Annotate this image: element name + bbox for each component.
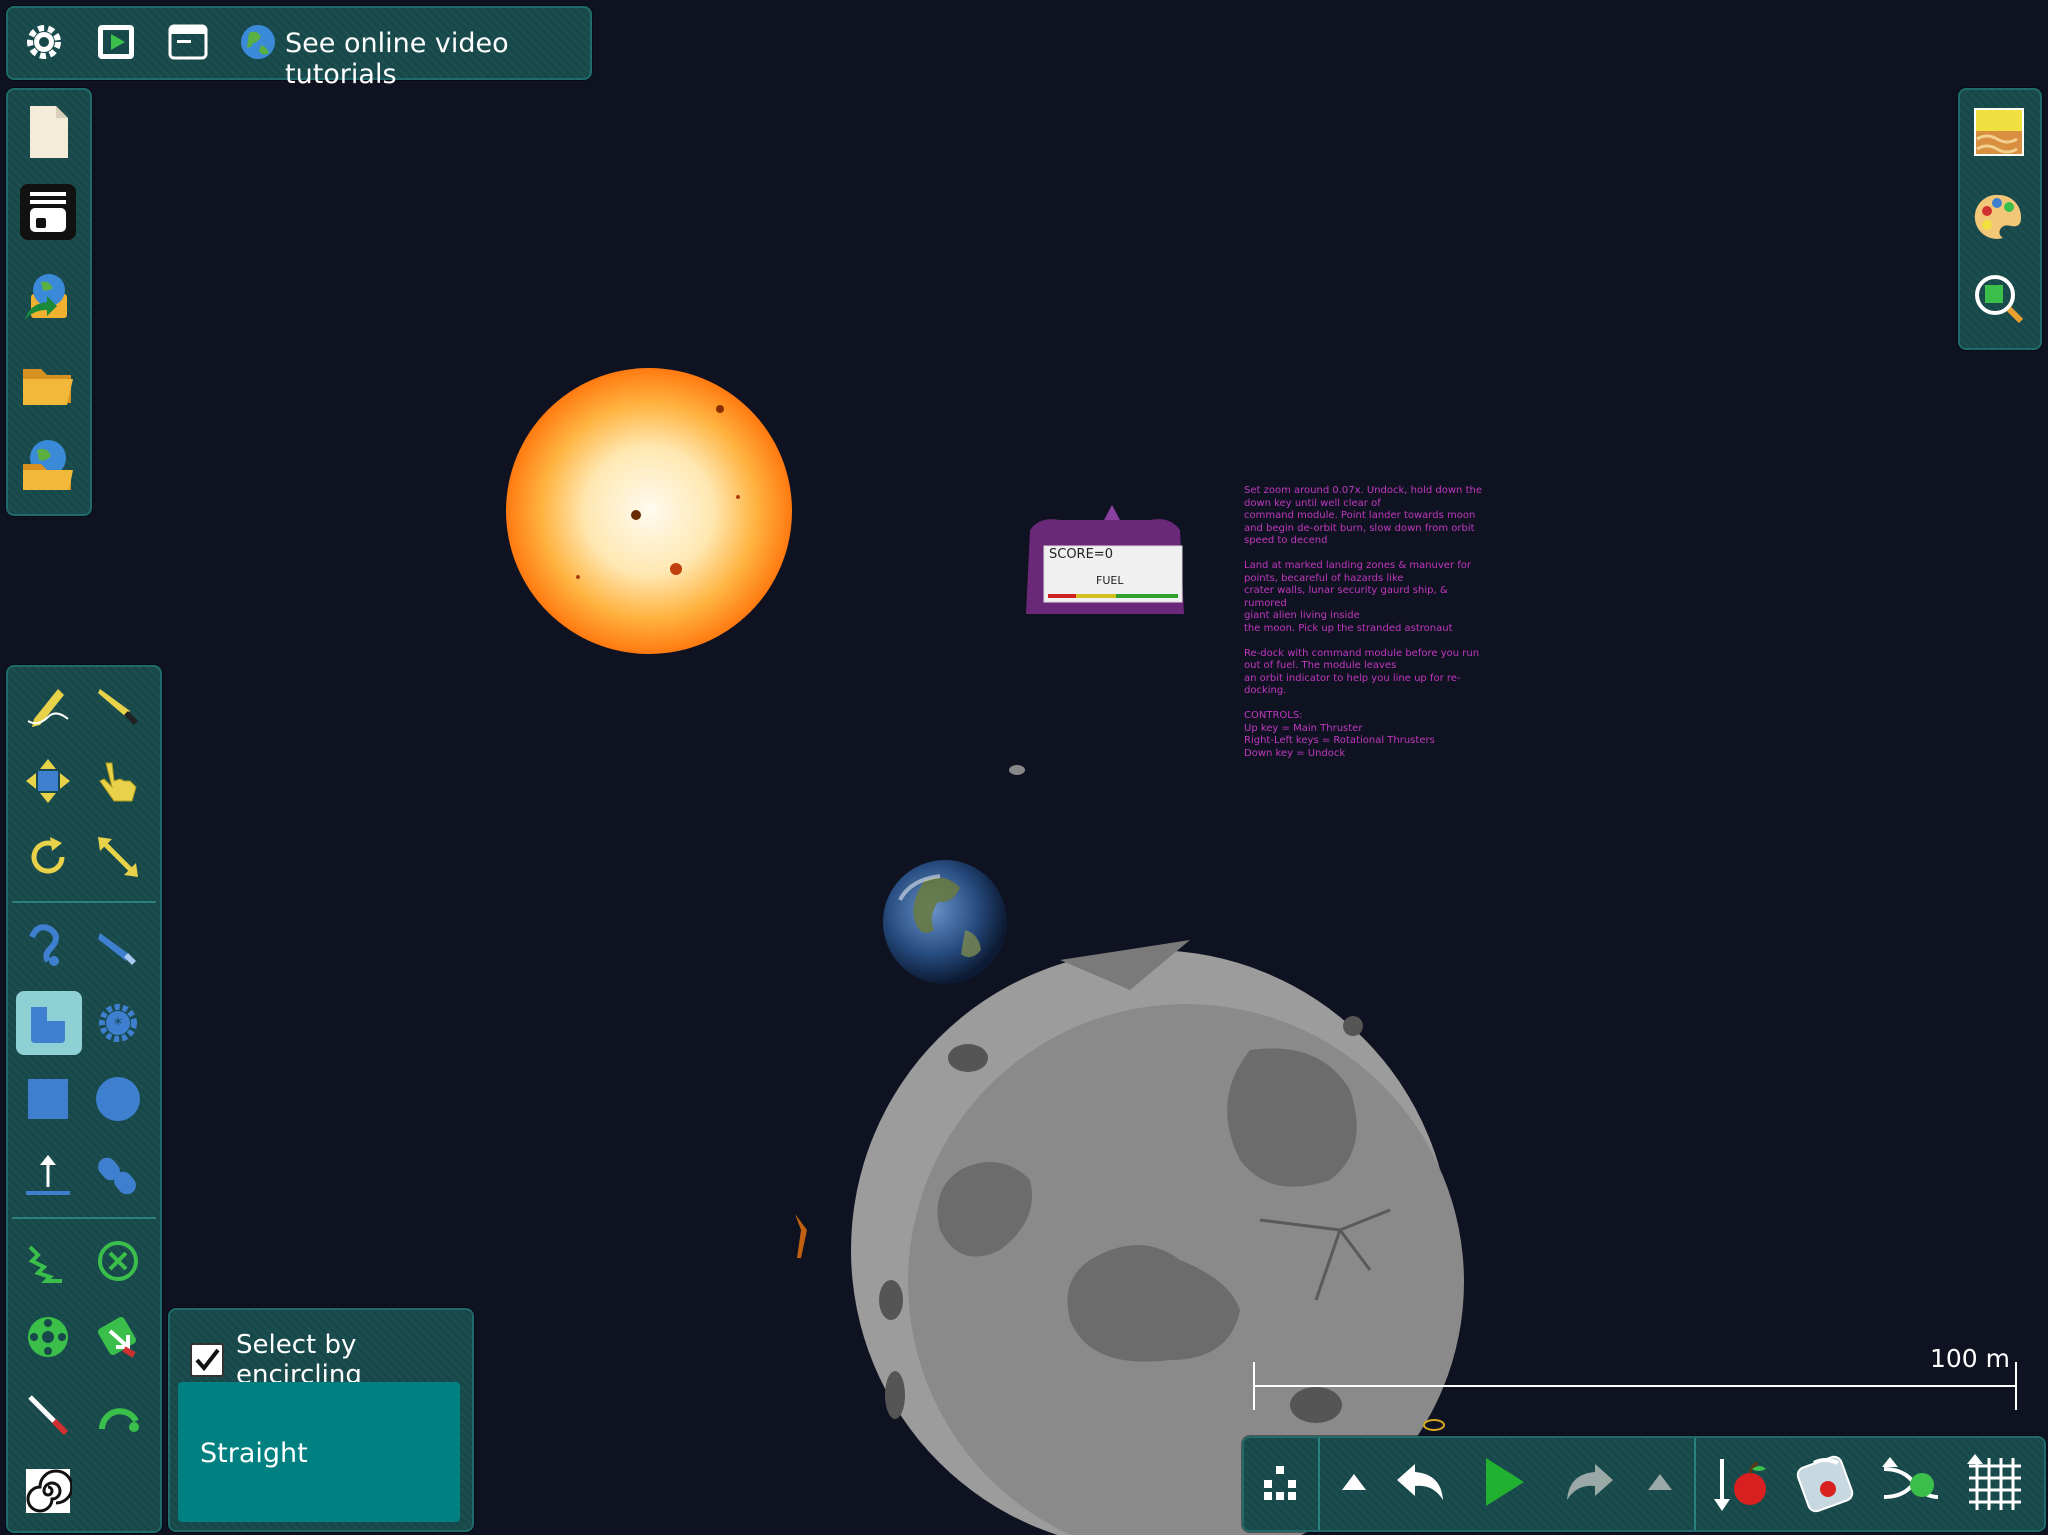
instructions-text: Set zoom around 0.07x. Undock, hold down… (1244, 485, 1482, 759)
file-toolbar (6, 88, 92, 516)
select-by-encircling-row[interactable]: Select by encircling (190, 1330, 472, 1390)
new-file-icon[interactable] (22, 102, 74, 162)
play-icon[interactable] (1476, 1452, 1532, 1512)
rotate-tool-icon[interactable] (20, 829, 76, 885)
laser-tool-icon[interactable] (20, 1385, 76, 1441)
grid-icon[interactable] (1962, 1452, 2028, 1514)
move-tool-icon[interactable] (20, 753, 76, 809)
tutorials-link[interactable]: See online video tutorials (285, 28, 590, 90)
tracer-tool-icon[interactable] (90, 1309, 146, 1365)
palette-icon[interactable] (1972, 190, 2026, 244)
drag-tool-icon[interactable] (90, 753, 146, 809)
bottom-toolbar (1242, 1436, 2046, 1532)
divider (1318, 1438, 1320, 1530)
import-scene-icon[interactable] (20, 266, 76, 326)
air-icon[interactable] (1792, 1452, 1858, 1514)
divider (1694, 1438, 1696, 1530)
orbit-indicator[interactable] (1423, 1419, 1445, 1431)
knife-tool-icon[interactable] (90, 675, 146, 731)
fixate-tool-icon[interactable] (90, 1233, 146, 1289)
up-arrow-icon[interactable] (1336, 1464, 1372, 1500)
select-by-encircling-label: Select by encircling (236, 1330, 362, 1390)
earth[interactable] (883, 860, 1007, 984)
structure-icon[interactable] (1254, 1456, 1306, 1508)
open-online-icon[interactable] (20, 434, 76, 494)
right-toolbar (1958, 88, 2042, 350)
polygon-tool-icon[interactable] (16, 991, 82, 1055)
window-icon[interactable] (166, 20, 210, 64)
top-toolbar: See online video tutorials (6, 6, 592, 90)
simulation-speed-icon[interactable] (1878, 1452, 1944, 1514)
sketch-tool-icon[interactable] (20, 675, 76, 731)
checkmark-icon (195, 1348, 220, 1372)
open-folder-icon[interactable] (20, 358, 76, 410)
score-text: SCORE=0 (1049, 547, 1113, 562)
rope-tool-icon[interactable] (20, 917, 76, 973)
box-tool-icon[interactable] (20, 1071, 76, 1127)
spiral-tool-icon[interactable] (20, 1463, 76, 1519)
play-video-icon[interactable] (94, 20, 138, 64)
gear-icon[interactable] (22, 20, 66, 64)
circle-tool-icon[interactable] (90, 1071, 146, 1127)
tools-panel: * (6, 665, 162, 1533)
gravity-icon[interactable] (1708, 1452, 1774, 1514)
select-options-panel: Select by encircling Straight (168, 1308, 474, 1532)
satellite[interactable] (1009, 765, 1025, 775)
svg-text:*: * (114, 1014, 122, 1033)
axle-tool-icon[interactable] (20, 1309, 76, 1365)
undo-icon[interactable] (1392, 1454, 1450, 1510)
straight-mode-label: Straight (200, 1438, 308, 1469)
scene-canvas[interactable] (0, 0, 2048, 1535)
gear-shape-tool-icon[interactable]: * (90, 995, 146, 1051)
straight-mode-button[interactable]: Straight (178, 1382, 460, 1522)
spring-tool-icon[interactable] (20, 1233, 76, 1289)
layers-icon[interactable] (20, 184, 76, 240)
brush-tool-icon[interactable] (90, 917, 146, 973)
fuel-text: FUEL (1096, 574, 1124, 587)
scale-label: 100 m (1930, 1344, 2011, 1373)
zoom-to-scene-icon[interactable] (1972, 272, 2026, 326)
redo-icon[interactable] (1560, 1454, 1618, 1510)
plane-tool-icon[interactable] (20, 1147, 76, 1203)
background-icon[interactable] (1972, 106, 2026, 160)
sun[interactable] (506, 368, 792, 654)
chain-tool-icon[interactable] (90, 1147, 146, 1203)
hinge-tool-icon[interactable] (90, 1385, 146, 1441)
select-by-encircling-checkbox[interactable] (190, 1343, 224, 1377)
scale-tool-icon[interactable] (90, 829, 146, 885)
up-arrow-icon[interactable] (1642, 1464, 1678, 1500)
globe-icon[interactable] (238, 22, 278, 62)
lander[interactable] (795, 1214, 807, 1258)
